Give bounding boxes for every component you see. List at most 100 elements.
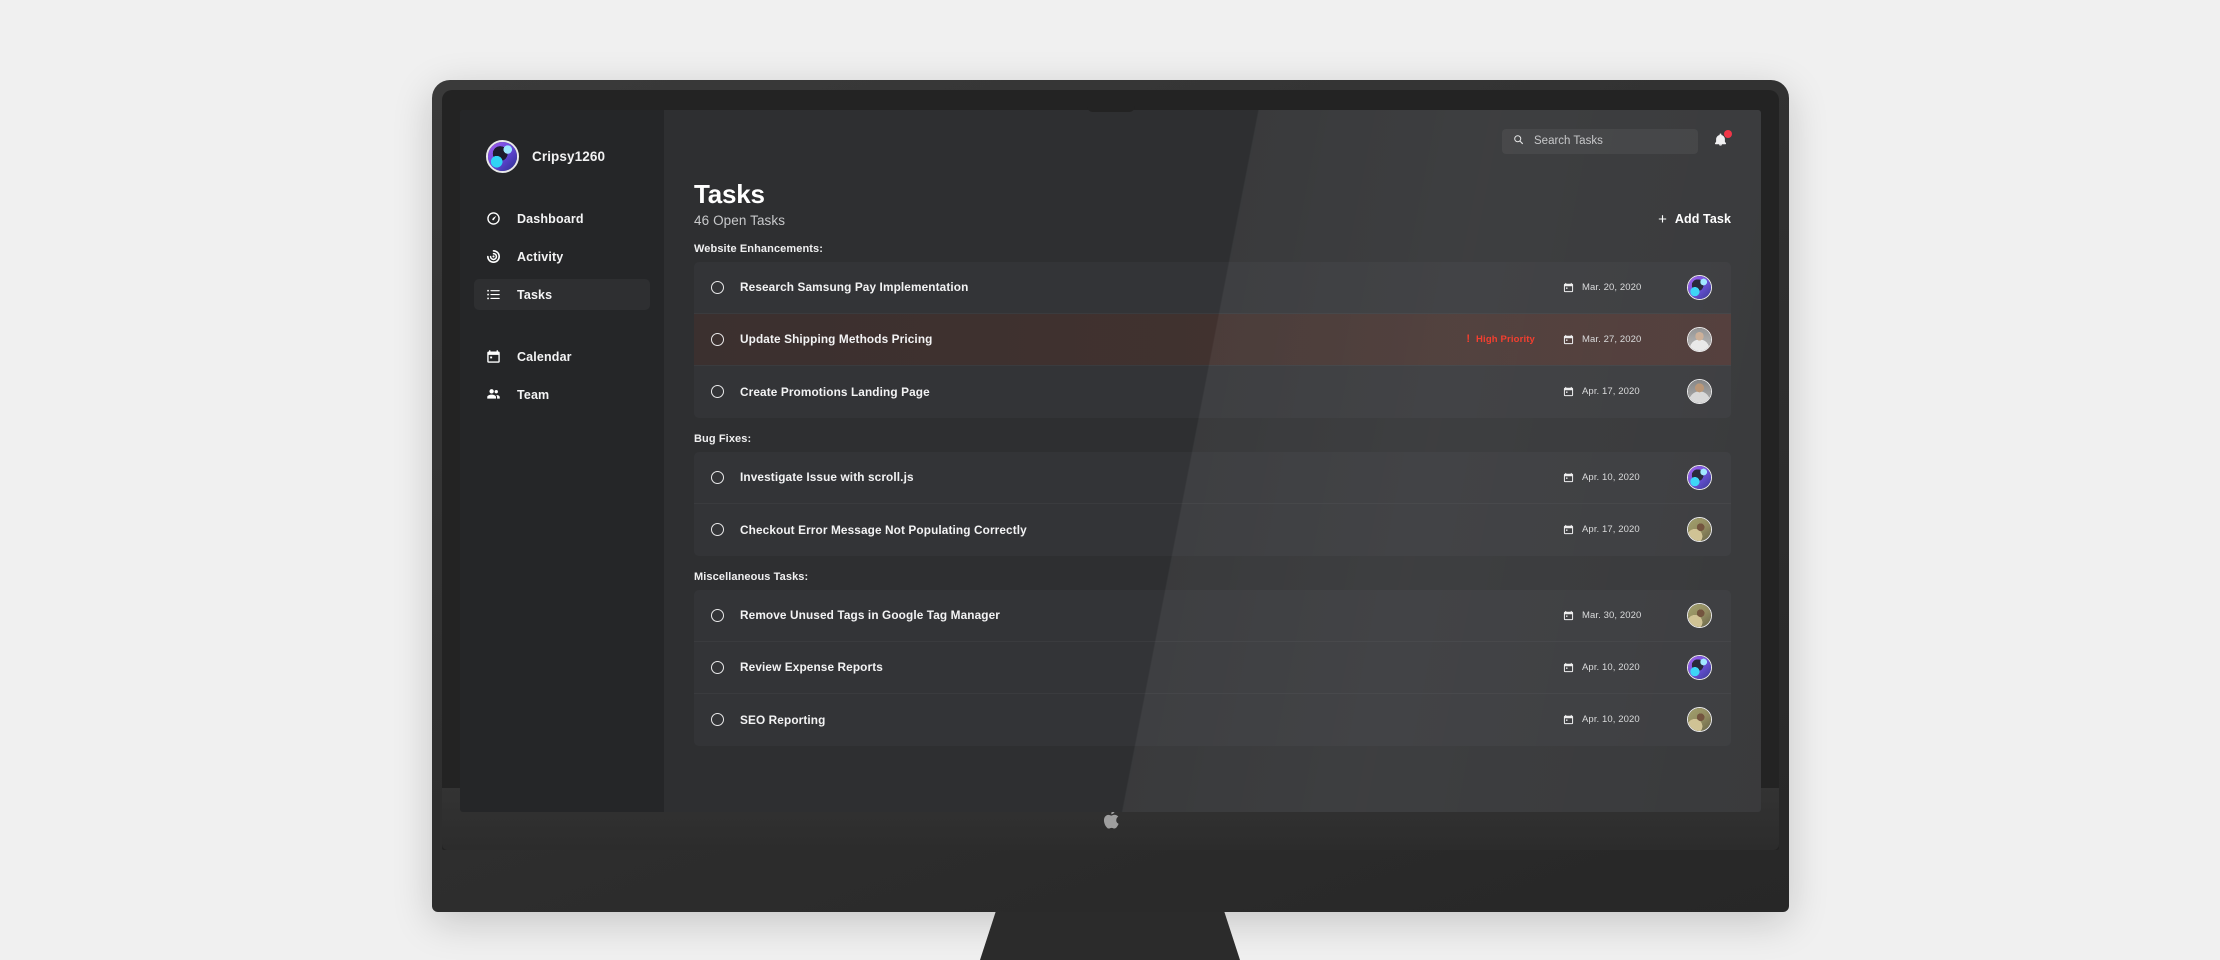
task-date-text: Mar. 30, 2020 bbox=[1582, 609, 1642, 621]
priority-label: High Priority bbox=[1476, 333, 1535, 345]
task-row[interactable]: Review Expense Reports Apr. 10, 2020 bbox=[694, 641, 1731, 694]
calendar-icon bbox=[1563, 282, 1574, 293]
task-group: Miscellaneous Tasks: Remove Unused Tags i… bbox=[694, 571, 1731, 746]
task-checkbox[interactable] bbox=[711, 280, 724, 294]
task-date-text: Apr. 10, 2020 bbox=[1582, 471, 1640, 483]
task-assignee-avatar[interactable] bbox=[1687, 274, 1712, 300]
sidebar-divider-gap bbox=[474, 317, 650, 341]
task-checkbox[interactable] bbox=[711, 523, 724, 537]
sidebar-item-activity[interactable]: Activity bbox=[474, 241, 650, 272]
sidebar-item-label: Activity bbox=[517, 249, 564, 264]
task-assignee-avatar[interactable] bbox=[1687, 654, 1712, 680]
priority-badge: ! High Priority bbox=[1466, 332, 1535, 345]
task-row[interactable]: Checkout Error Message Not Populating Co… bbox=[694, 503, 1731, 556]
webcam-notch bbox=[1086, 90, 1135, 112]
app-screen: Cripsy1260 Dashboard Activity Tasks Cale… bbox=[460, 110, 1761, 812]
task-group: Bug Fixes: Investigate Issue with scroll.… bbox=[694, 433, 1731, 556]
task-title: Create Promotions Landing Page bbox=[740, 384, 930, 399]
add-task-button[interactable]: + Add Task bbox=[1658, 212, 1731, 227]
sidebar-item-dashboard[interactable]: Dashboard bbox=[474, 203, 650, 234]
speedometer-icon bbox=[486, 211, 501, 226]
add-task-label: Add Task bbox=[1674, 212, 1731, 227]
calendar-icon bbox=[1563, 610, 1574, 621]
task-group-title: Miscellaneous Tasks: bbox=[694, 570, 809, 583]
notifications-button[interactable] bbox=[1712, 129, 1732, 152]
task-due-date: Mar. 27, 2020 bbox=[1563, 334, 1675, 345]
task-checkbox[interactable] bbox=[711, 470, 724, 484]
sidebar-item-label: Dashboard bbox=[517, 211, 584, 226]
sidebar-item-label: Calendar bbox=[517, 349, 572, 364]
task-group-title: Bug Fixes: bbox=[694, 432, 752, 445]
task-row[interactable]: Update Shipping Methods Pricing! High Pri… bbox=[694, 313, 1731, 366]
sidebar-item-team[interactable]: Team bbox=[474, 379, 650, 410]
pulse-icon bbox=[486, 249, 501, 264]
task-assignee-avatar[interactable] bbox=[1687, 707, 1712, 733]
task-due-date: Mar. 20, 2020 bbox=[1563, 282, 1675, 293]
calendar-icon bbox=[1563, 524, 1574, 535]
task-assignee-avatar[interactable] bbox=[1687, 602, 1712, 628]
open-tasks-count: 46 Open Tasks bbox=[694, 212, 786, 228]
task-due-date: Mar. 30, 2020 bbox=[1563, 610, 1675, 621]
calendar-icon bbox=[1563, 334, 1574, 345]
task-title: Checkout Error Message Not Populating Co… bbox=[740, 522, 1027, 537]
task-checkbox[interactable] bbox=[711, 385, 724, 399]
task-checkbox[interactable] bbox=[711, 713, 724, 727]
plus-icon: + bbox=[1658, 210, 1667, 228]
task-assignee-avatar[interactable] bbox=[1687, 379, 1712, 405]
profile-block[interactable]: Cripsy1260 bbox=[460, 140, 664, 173]
topbar bbox=[694, 110, 1732, 172]
calendar-icon bbox=[1563, 386, 1574, 397]
page-title: Tasks bbox=[694, 179, 765, 209]
task-group-card: Remove Unused Tags in Google Tag Manager… bbox=[694, 589, 1731, 746]
task-assignee-avatar[interactable] bbox=[1687, 326, 1712, 352]
task-date-text: Mar. 20, 2020 bbox=[1582, 281, 1642, 293]
task-row[interactable]: Remove Unused Tags in Google Tag Manager… bbox=[694, 589, 1731, 642]
calendar-icon bbox=[1563, 662, 1574, 673]
calendar-icon bbox=[1563, 472, 1574, 483]
task-row[interactable]: Investigate Issue with scroll.js Apr. 10,… bbox=[694, 451, 1731, 504]
screenshot-stage: Cripsy1260 Dashboard Activity Tasks Cale… bbox=[0, 0, 2220, 960]
task-assignee-avatar[interactable] bbox=[1687, 517, 1712, 543]
task-row[interactable]: SEO Reporting Apr. 10, 2020 bbox=[694, 693, 1731, 746]
task-groups: Website Enhancements: Research Samsung Pa… bbox=[694, 243, 1731, 746]
task-title: Investigate Issue with scroll.js bbox=[740, 470, 914, 485]
task-date-text: Apr. 10, 2020 bbox=[1582, 714, 1640, 726]
task-due-date: Apr. 10, 2020 bbox=[1563, 714, 1675, 725]
avatar bbox=[486, 140, 519, 173]
imac-stand bbox=[980, 912, 1240, 960]
imac-device: Cripsy1260 Dashboard Activity Tasks Cale… bbox=[432, 80, 1789, 912]
task-group-title: Website Enhancements: bbox=[694, 242, 824, 255]
main-content: Tasks 46 Open Tasks + Add Task Website E… bbox=[664, 110, 1761, 812]
sidebar-nav: Dashboard Activity Tasks Calendar Team bbox=[460, 203, 664, 410]
sidebar: Cripsy1260 Dashboard Activity Tasks Cale… bbox=[460, 110, 664, 812]
calendar-icon bbox=[1563, 714, 1574, 725]
task-group-card: Research Samsung Pay Implementation Mar. … bbox=[694, 261, 1731, 418]
task-title: Update Shipping Methods Pricing bbox=[740, 332, 933, 347]
sidebar-item-tasks[interactable]: Tasks bbox=[474, 279, 650, 310]
search-input[interactable] bbox=[1534, 135, 1687, 147]
task-row[interactable]: Research Samsung Pay Implementation Mar. … bbox=[694, 261, 1731, 314]
profile-name: Cripsy1260 bbox=[532, 149, 606, 164]
task-title: Remove Unused Tags in Google Tag Manager bbox=[740, 608, 1001, 623]
sidebar-item-label: Tasks bbox=[517, 287, 553, 302]
task-date-text: Apr. 17, 2020 bbox=[1582, 386, 1640, 398]
task-group-card: Investigate Issue with scroll.js Apr. 10,… bbox=[694, 451, 1731, 556]
task-checkbox[interactable] bbox=[711, 608, 724, 622]
task-assignee-avatar[interactable] bbox=[1687, 464, 1712, 490]
task-checkbox[interactable] bbox=[711, 332, 724, 346]
calendar-icon bbox=[486, 349, 501, 364]
list-icon bbox=[486, 287, 501, 302]
task-row[interactable]: Create Promotions Landing Page Apr. 17, 2… bbox=[694, 365, 1731, 418]
task-date-text: Apr. 10, 2020 bbox=[1582, 661, 1640, 673]
notification-badge bbox=[1724, 129, 1732, 138]
people-icon bbox=[486, 387, 501, 402]
task-title: Review Expense Reports bbox=[740, 660, 883, 675]
task-title: SEO Reporting bbox=[740, 712, 826, 727]
exclamation-icon: ! bbox=[1466, 332, 1471, 345]
task-date-text: Mar. 27, 2020 bbox=[1582, 333, 1642, 345]
task-due-date: Apr. 10, 2020 bbox=[1563, 662, 1675, 673]
sidebar-item-calendar[interactable]: Calendar bbox=[474, 341, 650, 372]
task-checkbox[interactable] bbox=[711, 660, 724, 674]
task-group: Website Enhancements: Research Samsung Pa… bbox=[694, 243, 1731, 418]
search-box[interactable] bbox=[1502, 128, 1698, 154]
